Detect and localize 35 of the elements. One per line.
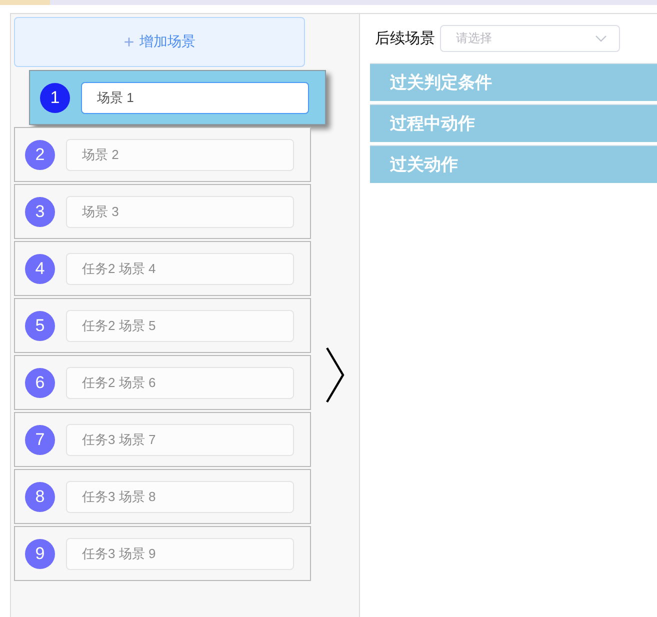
scene-number: 7 — [25, 424, 55, 454]
scene-item[interactable]: 3 场景 3 — [14, 184, 311, 239]
scene-item[interactable]: 2 场景 2 — [14, 127, 311, 182]
scene-number: 1 — [40, 82, 70, 112]
scene-number: 3 — [25, 196, 55, 226]
scene-number: 6 — [25, 368, 55, 398]
section-header[interactable]: 过关判定条件 — [370, 63, 657, 101]
scene-number: 5 — [25, 310, 55, 340]
scene-item[interactable]: 1 场景 1 — [29, 70, 326, 125]
input-field[interactable]: 任务3 场景 8 — [66, 480, 294, 512]
input-field[interactable]: 场景 3 — [66, 196, 294, 228]
input-field[interactable]: 任务2 场景 4 — [66, 252, 294, 284]
section-header[interactable]: 过关动作 — [370, 145, 657, 183]
scene-item[interactable]: 8 任务3 场景 8 — [14, 469, 311, 524]
scene-item[interactable]: 6 任务2 场景 6 — [14, 355, 311, 410]
chevron-down-icon — [595, 35, 607, 42]
scene-number: 4 — [25, 254, 55, 284]
next-scene-select[interactable]: 请选择 — [440, 25, 620, 52]
next-scene-label: 后续场景 — [375, 29, 435, 48]
scene-number: 8 — [25, 482, 55, 512]
input-field[interactable]: 任务3 场景 7 — [66, 424, 294, 456]
add-scene-button[interactable]: + 增加场景 — [14, 17, 305, 67]
scene-item[interactable]: 4 任务2 场景 4 — [14, 241, 311, 296]
scene-number: 9 — [25, 538, 55, 568]
scene-number: 2 — [25, 140, 55, 170]
input-field[interactable]: 任务3 场景 9 — [66, 538, 294, 570]
chevron-right-icon[interactable] — [325, 347, 345, 403]
input-field[interactable]: 场景 2 — [66, 138, 294, 170]
scene-item[interactable]: 5 任务2 场景 5 — [14, 298, 311, 353]
input-field[interactable]: 任务2 场景 6 — [66, 366, 294, 398]
section-header[interactable]: 过程中动作 — [370, 104, 657, 142]
scene-item[interactable]: 7 任务3 场景 7 — [14, 412, 311, 467]
input-field[interactable]: 场景 1 — [81, 82, 309, 114]
scene-item[interactable]: 9 任务3 场景 9 — [14, 526, 311, 581]
input-field[interactable]: 任务2 场景 5 — [66, 310, 294, 342]
